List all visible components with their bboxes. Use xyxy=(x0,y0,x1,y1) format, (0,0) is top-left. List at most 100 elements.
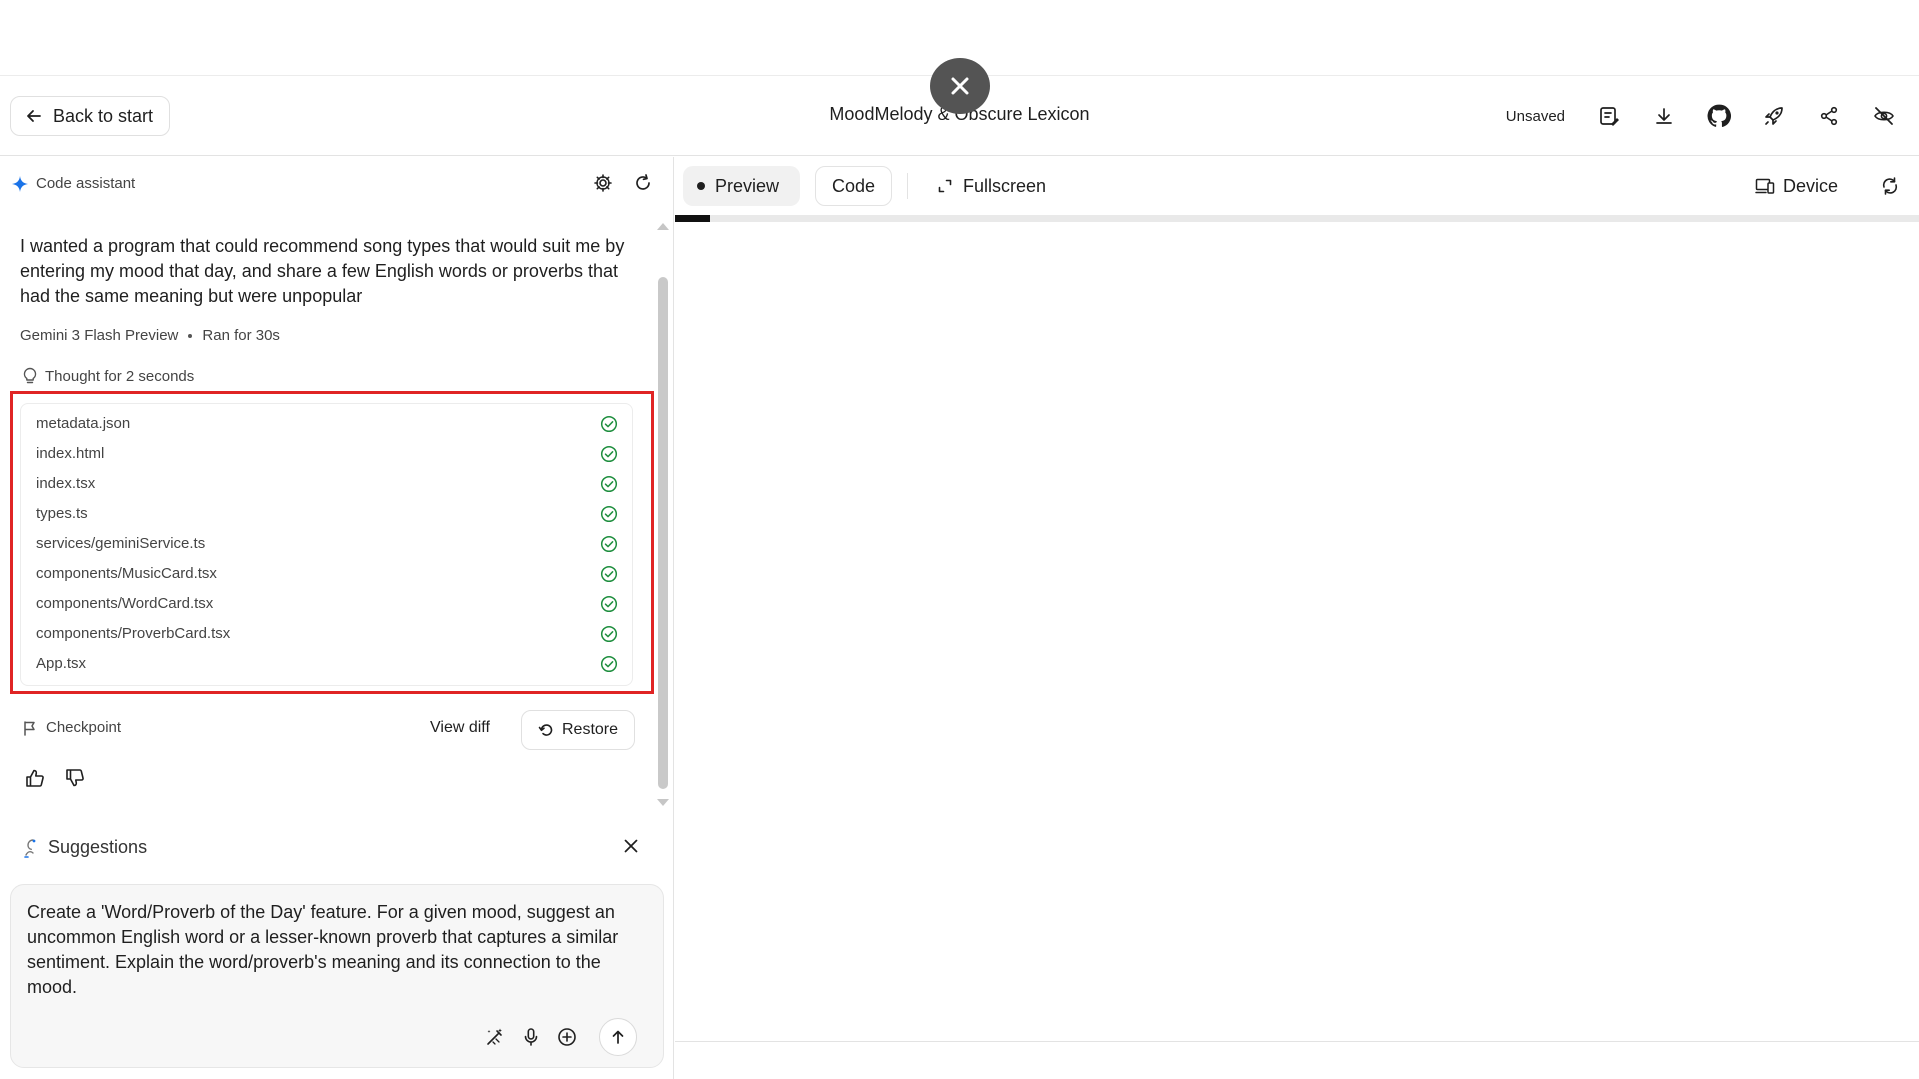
hide-panel-button[interactable] xyxy=(1856,96,1911,136)
save-status: Unsaved xyxy=(1505,107,1565,125)
thumbs-down-button[interactable] xyxy=(64,767,86,789)
generated-files-list: metadata.json index.html index.tsx types… xyxy=(20,403,633,686)
meta-separator xyxy=(188,333,193,338)
model-name: Gemini 3 Flash Preview xyxy=(20,327,179,344)
thumbs-up-button[interactable] xyxy=(24,767,46,789)
suggestion-sparkle-icon xyxy=(24,838,36,858)
scroll-up-arrow[interactable] xyxy=(657,223,669,230)
flag-icon xyxy=(24,720,35,736)
preview-footer-divider xyxy=(675,1041,1919,1042)
preview-tabbar: Preview Code Fullscreen Device xyxy=(675,157,1919,215)
suggestions-title: Suggestions xyxy=(48,837,148,857)
suggestions-header: Suggestions xyxy=(22,837,147,858)
refresh-icon xyxy=(636,174,650,190)
fullscreen-button[interactable]: Fullscreen xyxy=(937,166,1046,206)
active-tab-dot xyxy=(697,182,705,190)
device-button[interactable]: Device xyxy=(1755,166,1838,206)
file-row[interactable]: metadata.json xyxy=(21,409,632,439)
restore-label: Restore xyxy=(561,721,619,738)
save-file-icon xyxy=(1599,107,1619,126)
loading-progress-fill xyxy=(675,215,710,222)
run-time: Ran for 30s xyxy=(202,327,280,344)
file-name: components/MusicCard.tsx xyxy=(36,565,217,582)
file-name: metadata.json xyxy=(36,415,131,432)
arrow-up-icon xyxy=(612,1030,624,1044)
thumbs-up-icon xyxy=(26,769,44,787)
file-name: index.tsx xyxy=(36,475,96,492)
send-button[interactable] xyxy=(599,1018,637,1056)
tab-code[interactable]: Code xyxy=(815,166,892,206)
view-diff-button[interactable]: View diff xyxy=(430,719,490,737)
eye-off-icon xyxy=(1873,107,1894,125)
share-button[interactable] xyxy=(1801,96,1856,136)
tab-preview[interactable]: Preview xyxy=(683,166,800,206)
file-row[interactable]: index.tsx xyxy=(21,469,632,499)
expand-icon xyxy=(938,179,952,193)
thought-summary[interactable]: Thought for 2 seconds xyxy=(22,367,194,385)
add-attachment-button[interactable] xyxy=(557,1027,577,1047)
lightbulb-icon xyxy=(23,367,37,384)
device-label: Device xyxy=(1783,175,1839,196)
dismiss-suggestions-button[interactable] xyxy=(622,837,640,855)
file-row[interactable]: components/MusicCard.tsx xyxy=(21,559,632,589)
assistant-title: Code assistant xyxy=(36,175,136,192)
magic-wand-button[interactable] xyxy=(485,1027,505,1047)
file-row[interactable]: components/WordCard.tsx xyxy=(21,589,632,619)
assistant-header: Code assistant xyxy=(12,175,135,192)
gear-icon xyxy=(594,174,612,192)
file-row[interactable]: components/ProverbCard.tsx xyxy=(21,619,632,649)
download-button[interactable] xyxy=(1636,96,1691,136)
plus-circle-icon xyxy=(558,1028,576,1046)
github-button[interactable] xyxy=(1691,96,1746,136)
file-name: index.html xyxy=(36,445,105,462)
reload-preview-button[interactable] xyxy=(1880,176,1900,196)
deploy-button[interactable] xyxy=(1746,96,1801,136)
check-circle-icon xyxy=(600,565,618,583)
composer-text[interactable]: Create a 'Word/Proverb of the Day' featu… xyxy=(27,900,652,1000)
thought-label: Thought for 2 seconds xyxy=(45,367,195,385)
assistant-reset-button[interactable] xyxy=(633,173,653,193)
file-name: App.tsx xyxy=(36,655,87,672)
check-circle-icon xyxy=(600,595,618,613)
file-name: components/WordCard.tsx xyxy=(36,595,214,612)
rocket-icon xyxy=(1764,107,1783,125)
file-row[interactable]: types.ts xyxy=(21,499,632,529)
download-icon xyxy=(1655,108,1672,124)
thumbs-down-icon xyxy=(66,769,84,787)
run-meta: Gemini 3 Flash Preview Ran for 30s xyxy=(20,327,280,344)
github-icon xyxy=(1707,104,1731,127)
restore-button[interactable]: Restore xyxy=(521,710,635,750)
share-icon xyxy=(1820,106,1837,126)
check-circle-icon xyxy=(600,475,618,493)
file-name: types.ts xyxy=(36,505,88,522)
checkpoint: Checkpoint xyxy=(22,719,121,736)
close-icon xyxy=(624,839,638,853)
check-circle-icon xyxy=(600,415,618,433)
check-circle-icon xyxy=(600,445,618,463)
check-circle-icon xyxy=(600,625,618,643)
file-row[interactable]: App.tsx xyxy=(21,649,632,679)
scroll-down-arrow[interactable] xyxy=(657,799,669,806)
tab-divider xyxy=(907,173,908,199)
prompt-composer[interactable]: Create a 'Word/Proverb of the Day' featu… xyxy=(10,884,664,1068)
chat-scrollbar[interactable] xyxy=(658,277,668,789)
composer-tools xyxy=(485,1018,637,1056)
file-name: services/geminiService.ts xyxy=(36,535,206,552)
header-actions: Unsaved xyxy=(1506,96,1911,136)
code-assistant-panel: Code assistant I wanted a program that c… xyxy=(0,157,674,1079)
save-button[interactable] xyxy=(1581,96,1636,136)
file-row[interactable]: services/geminiService.ts xyxy=(21,529,632,559)
microphone-button[interactable] xyxy=(521,1027,541,1047)
magic-wand-icon xyxy=(487,1028,502,1045)
tab-preview-label: Preview xyxy=(715,175,780,196)
check-circle-icon xyxy=(600,505,618,523)
file-row[interactable]: index.html xyxy=(21,439,632,469)
file-name: components/ProverbCard.tsx xyxy=(36,625,231,642)
loading-progress-bar xyxy=(675,215,1919,222)
microphone-icon xyxy=(524,1028,538,1046)
assistant-settings-button[interactable] xyxy=(593,173,613,193)
fullscreen-label: Fullscreen xyxy=(963,175,1047,196)
close-overlay-button[interactable] xyxy=(930,58,990,114)
user-prompt: I wanted a program that could recommend … xyxy=(20,236,625,306)
check-circle-icon xyxy=(600,535,618,553)
